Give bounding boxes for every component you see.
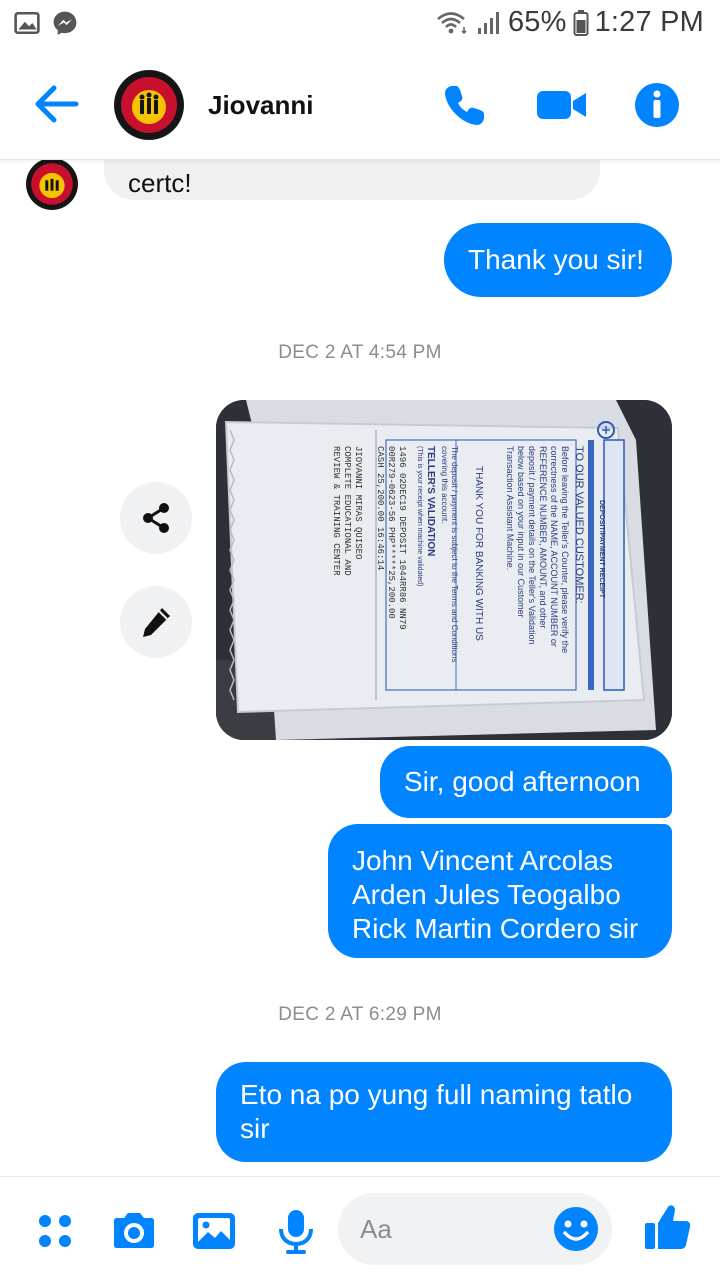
battery-percentage: 65% xyxy=(507,6,567,38)
gallery-notification-icon xyxy=(14,11,40,35)
message-text-line: Eto na po yung full naming tatlo xyxy=(240,1079,633,1110)
clock: 1:27 PM xyxy=(594,6,704,38)
message-text: Sir, good afternoon xyxy=(404,766,641,797)
message-text-line: Arden Jules Teogalbo xyxy=(352,879,621,910)
microphone-icon[interactable] xyxy=(272,1207,320,1255)
receipt-thanks: THANK YOU FOR BANKING WITH US xyxy=(473,466,484,641)
contact-name[interactable]: Jiovanni xyxy=(208,90,313,121)
receipt-image: TO OUR VALUED CUSTOMER: Before leaving t… xyxy=(216,400,672,740)
receipt-validation-sub: (This is your receipt when machine valid… xyxy=(416,446,423,586)
phone-icon[interactable] xyxy=(440,80,490,130)
share-icon xyxy=(143,503,169,533)
receipt-photo[interactable]: TO OUR VALUED CUSTOMER: Before leaving t… xyxy=(216,400,672,740)
message-text: Thank you sir! xyxy=(468,244,644,275)
video-camera-icon[interactable] xyxy=(536,80,588,130)
pencil-icon xyxy=(143,608,170,637)
receipt-body-3: REFERENCE NUMBER, AMOUNT, and other xyxy=(538,446,548,629)
receipt-line-1: 1496 02DEC19 DEPOSIT 1044RR86 NN79 xyxy=(397,446,407,630)
receipt-body-2: correctness of the NAME, ACCOUNT NUMBER … xyxy=(549,446,559,647)
contact-avatar[interactable] xyxy=(114,70,184,140)
back-arrow-icon[interactable] xyxy=(32,82,80,126)
menu-dots-icon[interactable] xyxy=(32,1207,80,1255)
receipt-terms-2: covering this account. xyxy=(440,446,449,523)
receipt-body-5: below based on your input in our Custome… xyxy=(516,446,526,618)
share-button[interactable] xyxy=(120,482,192,554)
message-composer xyxy=(0,1176,720,1280)
camera-icon[interactable] xyxy=(110,1207,158,1255)
message-list[interactable]: certc! Thank you sir! DEC 2 AT 4:54 PM T… xyxy=(0,160,720,1176)
receipt-line-6: REVIEW & TRAINING CENTER xyxy=(331,446,341,576)
outgoing-message[interactable]: Thank you sir! xyxy=(444,223,672,297)
certc-logo-icon xyxy=(26,160,78,210)
timestamp: DEC 2 AT 6:29 PM xyxy=(278,1004,442,1025)
status-bar: 65% 1:27 PM xyxy=(0,0,720,50)
receipt-body-1: Before leaving the Teller's Counter, ple… xyxy=(560,446,570,653)
incoming-message[interactable]: certc! xyxy=(104,160,600,200)
signal-icon xyxy=(477,11,499,34)
emoji-icon[interactable] xyxy=(552,1205,600,1253)
info-icon[interactable] xyxy=(632,80,682,130)
message-text-line: John Vincent Arcolas xyxy=(352,845,613,876)
message-text-line: Rick Martin Cordero sir xyxy=(352,913,639,944)
wifi-icon xyxy=(437,11,467,34)
receipt-side-label: DEPOSIT/PAYMENT RECEIPT xyxy=(598,500,605,599)
certc-logo-icon xyxy=(115,71,183,139)
sender-avatar[interactable] xyxy=(26,160,78,210)
receipt-validation-title: TELLER'S VALIDATION xyxy=(425,446,436,556)
receipt-line-3: CASH 25,200.00 16:46:14 xyxy=(375,446,385,570)
receipt-heading: TO OUR VALUED CUSTOMER: xyxy=(573,446,585,604)
receipt-terms-1: The deposit / payment is subject to the … xyxy=(450,446,459,662)
outgoing-message[interactable]: John Vincent Arcolas Arden Jules Teogalb… xyxy=(328,824,672,958)
outgoing-message[interactable]: Eto na po yung full naming tatlo sir xyxy=(216,1062,672,1162)
message-text-line: sir xyxy=(240,1113,270,1144)
thumbs-up-icon[interactable] xyxy=(642,1201,694,1253)
messenger-notification-icon xyxy=(53,11,77,35)
outgoing-message[interactable]: Sir, good afternoon xyxy=(380,746,672,818)
incoming-message-text: certc! xyxy=(128,168,192,198)
receipt-body-6: Transaction Assistant Machine. xyxy=(505,446,515,570)
message-input[interactable] xyxy=(360,1211,560,1247)
gallery-icon[interactable] xyxy=(190,1207,238,1255)
receipt-body-4: deposit / payment details on the Teller'… xyxy=(527,446,537,645)
receipt-line-4: JIOVANNI MIRAS QUISEO xyxy=(353,446,363,559)
receipt-line-2: 00R279-0623-56 PHP*****25,200.00 xyxy=(386,446,396,619)
message-input-box[interactable] xyxy=(338,1193,612,1265)
timestamp: DEC 2 AT 4:54 PM xyxy=(278,342,442,363)
receipt-line-5: COMPLETE EDUCATIONAL AND xyxy=(342,446,352,576)
battery-icon xyxy=(573,9,589,36)
conversation-header: Jiovanni xyxy=(0,50,720,160)
edit-button[interactable] xyxy=(120,586,192,658)
